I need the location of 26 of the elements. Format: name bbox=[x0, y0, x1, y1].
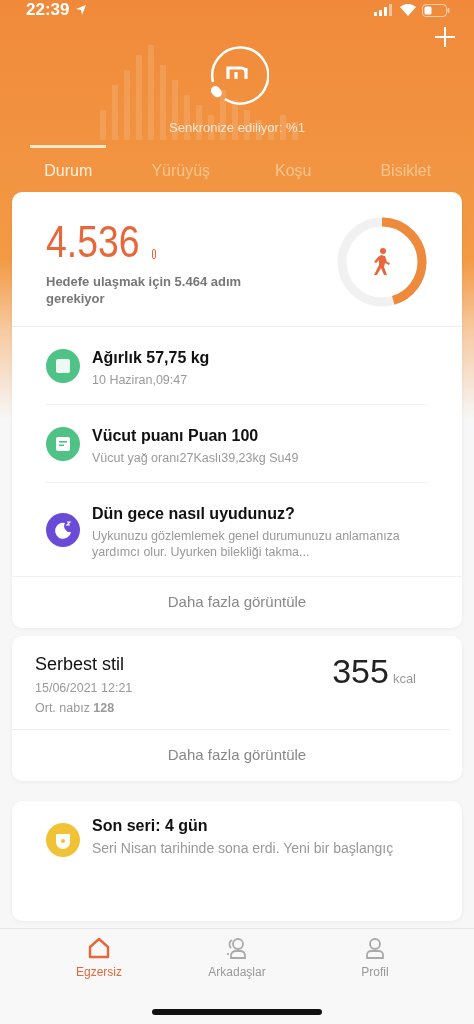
tab[interactable]: Durum bbox=[30, 145, 107, 186]
nav-tab[interactable]: Profil bbox=[320, 935, 430, 980]
item-title: Vücut puanı Puan 100 bbox=[92, 427, 260, 445]
calories-unit: kcal bbox=[392, 671, 416, 686]
item-subtitle: Vücut yağ oranı27Kaslı39,23kg Su49 bbox=[92, 450, 300, 466]
tab[interactable]: Yürüyüş bbox=[142, 145, 219, 186]
streak-text: Seri Nisan tarihinde sona erdi. Yeni bir başlangıç bbox=[92, 840, 395, 856]
streak-title: Son seri: 4 gün bbox=[92, 817, 209, 835]
item-subtitle: 10 Haziran,09:47 bbox=[92, 372, 189, 388]
nav-tab[interactable]: Egzersiz bbox=[44, 935, 154, 980]
calories-value: 355 bbox=[332, 652, 389, 691]
tab[interactable]: Bisiklet bbox=[367, 145, 444, 186]
step-count: 4.536 bbox=[46, 217, 140, 267]
item-subtitle: Uykunuzu gözlemlemek genel durumunuzu anlamanıza yardımcı olur. Uyurken bilekliği takma... bbox=[92, 528, 401, 560]
item-title: Ağırlık 57,75 kg bbox=[92, 349, 211, 367]
view-more-button[interactable]: Daha fazla görüntüle bbox=[12, 576, 462, 628]
item-title: Dün gece nasıl uyudunuz? bbox=[92, 505, 296, 523]
status-time: 22:39 bbox=[26, 0, 70, 20]
heart-rate: Ort. nabız 128 bbox=[35, 701, 116, 715]
view-more-button[interactable]: Daha fazla görüntüle bbox=[12, 730, 462, 781]
workout-date: 15/06/2021 12:21 bbox=[35, 681, 133, 695]
tab[interactable]: Koşu bbox=[255, 145, 332, 186]
nav-tab[interactable]: Arkadaşlar bbox=[182, 935, 292, 980]
goal-text: Hedefe ulaşmak için 5.464 adım gerekiyor bbox=[46, 273, 243, 307]
workout-title: Serbest stil bbox=[35, 654, 126, 675]
sync-status: Senkronize ediliyor: %1 bbox=[168, 120, 306, 135]
